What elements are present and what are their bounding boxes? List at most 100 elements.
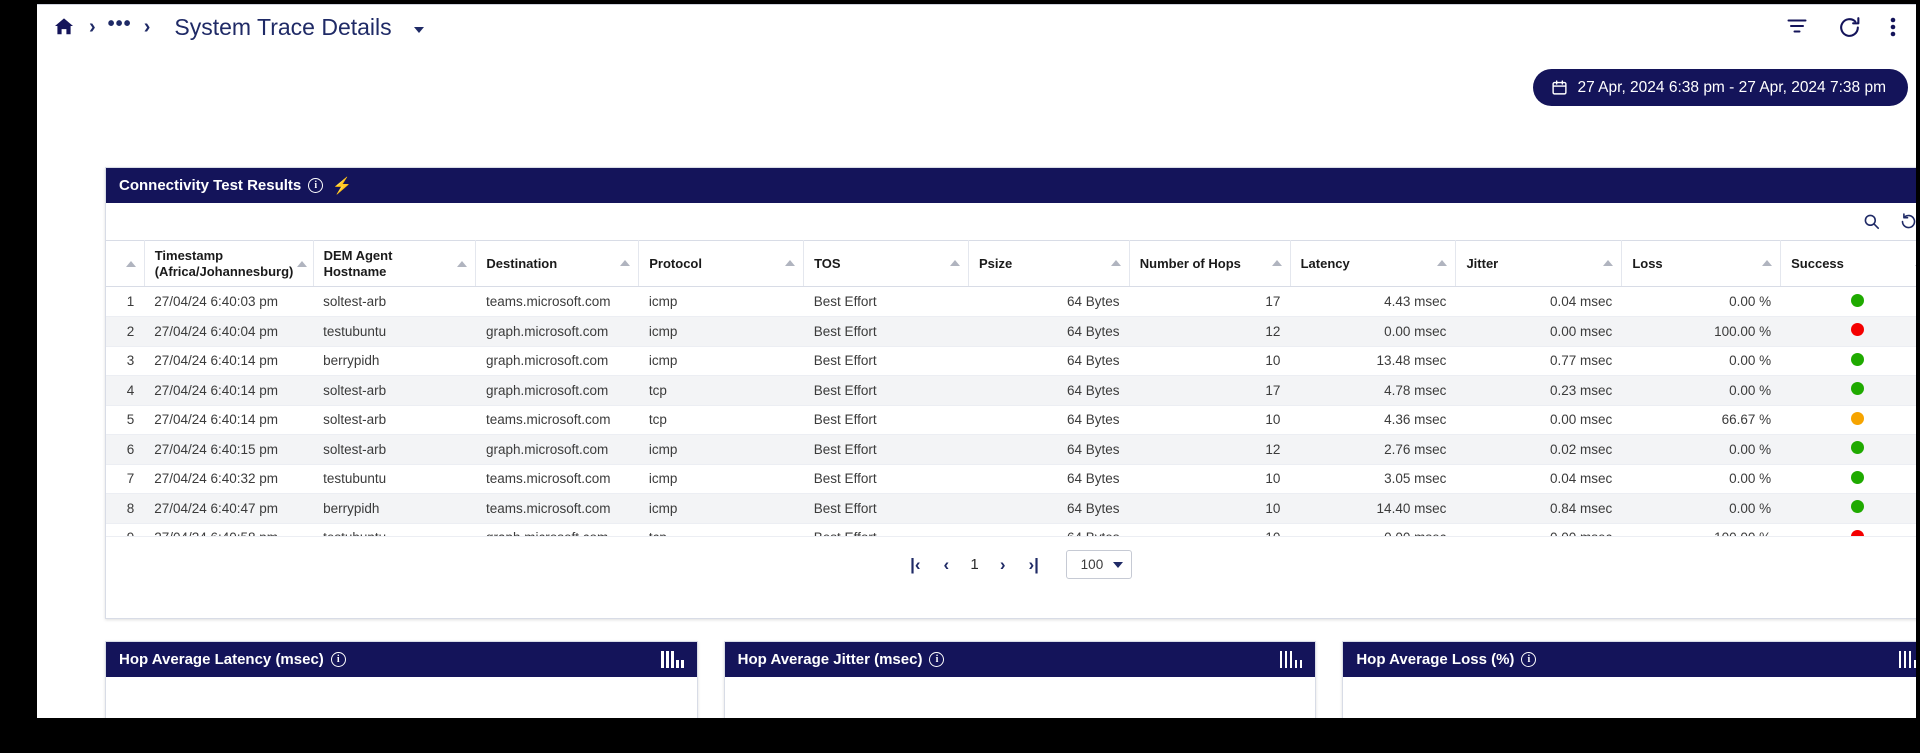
cell-destination: graph.microsoft.com bbox=[476, 523, 639, 536]
table-row[interactable]: 4 27/04/24 6:40:14 pm soltest-arb graph.mic… bbox=[106, 375, 1916, 406]
cell-idx: 7 bbox=[106, 464, 145, 494]
cell-idx: 1 bbox=[106, 287, 145, 317]
last-page-button[interactable]: ›| bbox=[1027, 555, 1041, 575]
column-header-dem-agent-hostname[interactable]: DEM Agent Hostname bbox=[313, 240, 477, 287]
panel-header: Hop Average Jitter (msec) i bbox=[724, 642, 1316, 677]
table-row[interactable]: 3 27/04/24 6:40:14 pm berrypidh graph.micro… bbox=[106, 346, 1916, 376]
sort-arrow-icon[interactable] bbox=[1603, 260, 1614, 267]
page-size-select[interactable]: 100 bbox=[1065, 550, 1132, 579]
next-page-button[interactable]: › bbox=[996, 555, 1010, 575]
table-row[interactable]: 8 27/04/24 6:40:47 pm berrypidh teams.micro… bbox=[106, 493, 1916, 524]
sort-arrow-icon[interactable] bbox=[1271, 260, 1282, 267]
filter-icon[interactable] bbox=[1785, 15, 1809, 39]
table-row[interactable]: 927/04/24 6:40:58 pmtestubuntugraph.micr… bbox=[106, 523, 1916, 536]
date-range-picker[interactable]: 27 Apr, 2024 6:38 pm - 27 Apr, 2024 7:38… bbox=[1533, 69, 1908, 106]
cell-host: berrypidh bbox=[313, 493, 477, 524]
sort-arrow-icon[interactable] bbox=[1110, 260, 1121, 267]
column-header-destination[interactable]: Destination bbox=[475, 240, 640, 287]
column-header-latency[interactable]: Latency bbox=[1290, 240, 1457, 287]
cell-jitter: 0.77 msec bbox=[1456, 346, 1623, 376]
search-icon[interactable] bbox=[1862, 212, 1881, 231]
breadcrumb-ellipsis[interactable]: ••• bbox=[108, 13, 132, 36]
cell-tos: Best Effort bbox=[803, 493, 969, 524]
cell-destination: graph.microsoft.com bbox=[476, 316, 639, 347]
table-row[interactable]: 7 27/04/24 6:40:32 pm testubuntu teams.micr… bbox=[106, 464, 1916, 494]
cell-timestamp: 27/04/24 6:40:14 pm bbox=[144, 375, 314, 406]
results-table-body-scroll[interactable]: 1 27/04/24 6:40:03 pm soltest-arb teams.mic… bbox=[106, 287, 1916, 536]
sort-arrow-icon[interactable] bbox=[1915, 260, 1916, 267]
cell-latency: 0.00 msec bbox=[1290, 316, 1457, 347]
cell-destination: graph.microsoft.com bbox=[476, 346, 639, 376]
status-dot bbox=[1851, 411, 1865, 425]
cell-success bbox=[1781, 405, 1916, 435]
reload-icon[interactable] bbox=[1899, 212, 1916, 231]
info-icon[interactable]: i bbox=[929, 652, 945, 667]
column-header-index[interactable] bbox=[106, 240, 145, 287]
table-row[interactable]: 1 27/04/24 6:40:03 pm soltest-arb teams.mic… bbox=[106, 287, 1916, 317]
cell-timestamp: 27/04/24 6:40:03 pm bbox=[144, 287, 314, 317]
info-icon[interactable]: i bbox=[1521, 652, 1537, 667]
page-title: System Trace Details bbox=[174, 13, 392, 40]
cell-host: testubuntu bbox=[313, 464, 477, 494]
cell-psize: 64 Bytes bbox=[968, 375, 1130, 406]
cell-psize: 64 Bytes bbox=[968, 493, 1130, 524]
cell-tos: Best Effort bbox=[803, 523, 969, 536]
cell-latency: 14.40 msec bbox=[1290, 493, 1457, 524]
cell-idx: 5 bbox=[106, 405, 145, 435]
sort-arrow-icon[interactable] bbox=[297, 260, 308, 267]
sort-arrow-icon[interactable] bbox=[785, 260, 796, 267]
bar-chart-icon[interactable] bbox=[661, 651, 684, 668]
breadcrumb: › ••• › System Trace Details bbox=[51, 13, 424, 42]
table-row[interactable]: 6 27/04/24 6:40:15 pm soltest-arb graph.mic… bbox=[106, 434, 1916, 465]
info-icon[interactable]: i bbox=[330, 652, 346, 667]
column-header-protocol[interactable]: Protocol bbox=[638, 240, 805, 287]
panel-hop-average-loss: Hop Average Loss (%) i bbox=[1342, 641, 1916, 718]
column-header-loss[interactable]: Loss bbox=[1621, 240, 1782, 287]
column-header-tos[interactable]: TOS bbox=[803, 240, 969, 287]
more-vertical-icon[interactable] bbox=[1890, 15, 1896, 39]
sort-arrow-icon[interactable] bbox=[1437, 260, 1448, 267]
panel-body bbox=[106, 677, 697, 718]
sort-arrow-icon[interactable] bbox=[457, 260, 468, 267]
first-page-button[interactable]: |‹ bbox=[908, 555, 922, 575]
cell-protocol: tcp bbox=[638, 375, 804, 406]
bar-chart-icon[interactable] bbox=[1898, 651, 1916, 668]
table-row[interactable]: 2 27/04/24 6:40:04 pm testubuntu graph.micr… bbox=[106, 316, 1916, 347]
pagination: |‹ ‹ 1 › ›| 100 bbox=[106, 536, 1916, 592]
sort-arrow-icon[interactable] bbox=[949, 260, 960, 267]
cell-latency: 13.48 msec bbox=[1290, 346, 1457, 376]
connectivity-test-results-card: Connectivity Test Results i ⚡ Timestamp … bbox=[105, 167, 1916, 619]
cell-psize: 64 Bytes bbox=[968, 346, 1130, 376]
column-header-success[interactable]: Success bbox=[1780, 240, 1916, 287]
current-page-number[interactable]: 1 bbox=[970, 556, 978, 573]
column-header-number-of-hops[interactable]: Number of Hops bbox=[1129, 240, 1291, 287]
column-header-jitter[interactable]: Jitter bbox=[1455, 240, 1623, 287]
cell-success bbox=[1781, 434, 1916, 465]
cell-loss: 0.00 % bbox=[1622, 434, 1782, 465]
cell-protocol: icmp bbox=[638, 493, 804, 524]
cell-timestamp: 27/04/24 6:40:32 pm bbox=[144, 464, 314, 494]
cell-success bbox=[1781, 375, 1916, 406]
prev-page-button[interactable]: ‹ bbox=[939, 555, 953, 575]
date-range-row: 27 Apr, 2024 6:38 pm - 27 Apr, 2024 7:38… bbox=[1533, 69, 1908, 106]
bar-chart-icon[interactable] bbox=[1279, 651, 1303, 668]
sort-arrow-icon[interactable] bbox=[620, 260, 631, 267]
column-header-label: Latency bbox=[1300, 255, 1350, 271]
refresh-icon[interactable] bbox=[1837, 15, 1862, 40]
cell-protocol: tcp bbox=[638, 405, 804, 435]
home-icon[interactable] bbox=[51, 14, 77, 40]
top-bar-actions bbox=[1785, 15, 1902, 40]
cell-tos: Best Effort bbox=[803, 287, 969, 317]
calendar-icon bbox=[1551, 79, 1568, 96]
sort-arrow-icon[interactable] bbox=[1762, 260, 1773, 267]
lightning-bolt-icon[interactable]: ⚡ bbox=[332, 176, 352, 196]
column-header-psize[interactable]: Psize bbox=[968, 240, 1130, 287]
sort-arrow-icon[interactable] bbox=[125, 260, 136, 267]
info-icon[interactable]: i bbox=[308, 178, 324, 193]
chevron-down-icon[interactable] bbox=[413, 27, 424, 33]
cell-destination: graph.microsoft.com bbox=[476, 434, 639, 465]
column-header-timestamp-africa-johannesburg[interactable]: Timestamp (Africa/Johannesburg) bbox=[144, 240, 314, 287]
column-header-label: Success bbox=[1791, 255, 1844, 271]
table-row[interactable]: 5 27/04/24 6:40:14 pm soltest-arb teams.mic… bbox=[106, 405, 1916, 435]
cell-success bbox=[1781, 464, 1916, 494]
